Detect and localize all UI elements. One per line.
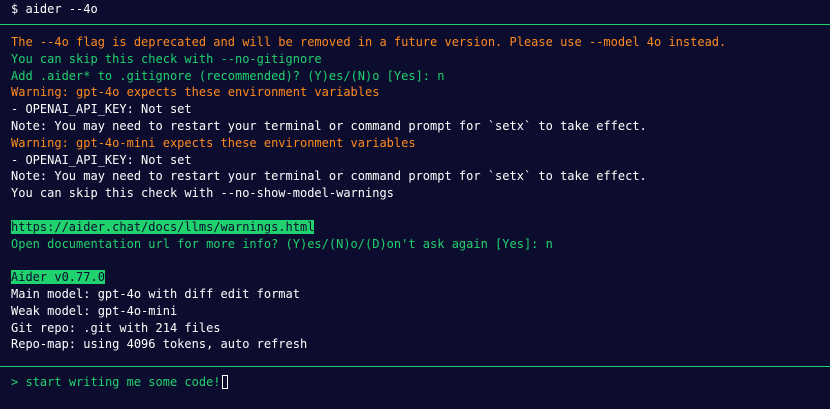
setx-note: Note: You may need to restart your termi… <box>11 169 647 184</box>
git-repo-info: Git repo: .git with 214 files <box>11 320 221 335</box>
gitignore-prompt: Add .aider* to .gitignore (recommended)?… <box>11 68 445 83</box>
env-var-status: - OPENAI_API_KEY: Not set <box>11 102 192 117</box>
docs-url-link[interactable]: https://aider.chat/docs/llms/warnings.ht… <box>11 219 315 234</box>
skip-gitignore-hint: You can skip this check with --no-gitign… <box>11 51 322 66</box>
deprecation-warning: The --4o flag is deprecated and will be … <box>11 35 727 49</box>
gpt4o-mini-env-warning: Warning: gpt-4o-mini expects these envir… <box>11 135 416 150</box>
shell-prompt-symbol: $ <box>11 2 19 16</box>
command-line: $ aider --4o <box>11 0 98 18</box>
version-badge: Aider v0.77.0 <box>11 270 105 285</box>
setx-note: Note: You may need to restart your termi… <box>11 118 647 133</box>
text-cursor <box>221 375 228 389</box>
open-docs-prompt: Open documentation url for more info? (Y… <box>11 236 553 251</box>
input-prompt-symbol: > <box>11 375 19 389</box>
weak-model-info: Weak model: gpt-4o-mini <box>11 303 178 318</box>
chat-input[interactable]: start writing me some code! <box>25 375 220 389</box>
bottom-divider <box>0 366 830 367</box>
terminal-output: The --4o flag is deprecated and will be … <box>11 34 826 353</box>
repo-map-info: Repo-map: using 4096 tokens, auto refres… <box>11 337 308 352</box>
version-line: Aider v0.77.0 <box>11 269 826 286</box>
chat-input-line[interactable]: > start writing me some code! <box>11 373 228 391</box>
command-text: aider --4o <box>25 2 98 16</box>
docs-url-line: https://aider.chat/docs/llms/warnings.ht… <box>11 219 826 236</box>
skip-model-warnings-hint: You can skip this check with --no-show-m… <box>11 186 394 201</box>
terminal-window[interactable]: $ aider --4o The --4o flag is deprecated… <box>0 0 830 409</box>
env-var-status: - OPENAI_API_KEY: Not set <box>11 152 192 167</box>
main-model-info: Main model: gpt-4o with diff edit format <box>11 286 300 301</box>
top-divider <box>0 24 830 25</box>
gpt4o-env-warning: Warning: gpt-4o expects these environmen… <box>11 85 380 100</box>
